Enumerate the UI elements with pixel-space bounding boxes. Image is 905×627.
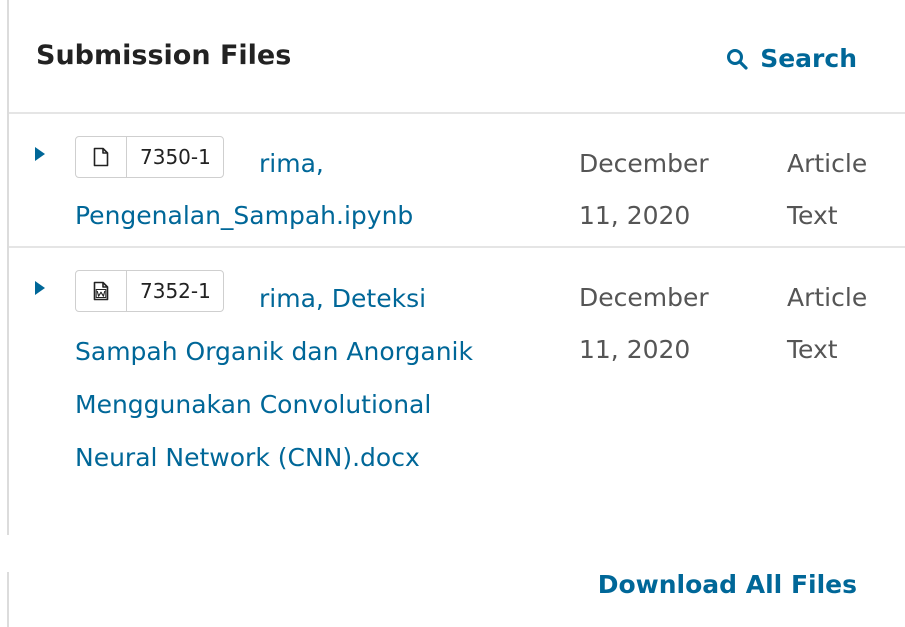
file-id: 7350-1 bbox=[140, 145, 211, 169]
file-genre: Article Text bbox=[787, 283, 868, 364]
file-badge: 7350-1 bbox=[75, 136, 224, 178]
file-date: December 11, 2020 bbox=[579, 283, 709, 364]
file-date: December 11, 2020 bbox=[579, 149, 709, 230]
search-icon bbox=[727, 48, 748, 70]
file-icon bbox=[76, 137, 127, 177]
expand-caret-icon[interactable] bbox=[35, 147, 45, 161]
search-label: Search bbox=[760, 44, 857, 73]
file-name-text: rima, Deteksi Sampah Organik dan Anorgan… bbox=[75, 284, 473, 472]
file-id: 7352-1 bbox=[140, 279, 211, 303]
download-all-files-link[interactable]: Download All Files bbox=[598, 570, 857, 599]
file-genre: Article Text bbox=[787, 149, 868, 230]
expand-caret-icon[interactable] bbox=[35, 281, 45, 295]
search-button[interactable]: Search bbox=[726, 44, 857, 73]
panel-title: Submission Files bbox=[36, 40, 292, 71]
left-border-lower bbox=[7, 572, 9, 627]
word-doc-icon bbox=[76, 271, 127, 311]
submission-files-panel: Submission Files Search rima, Pengenalan… bbox=[0, 0, 905, 627]
file-row: rima, Pengenalan_Sampah.ipynb 7350-1 Dec… bbox=[9, 114, 905, 248]
panel-header: Submission Files Search bbox=[9, 0, 905, 114]
file-row: rima, Deteksi Sampah Organik dan Anorgan… bbox=[9, 248, 905, 535]
file-badge: 7352-1 bbox=[75, 270, 224, 312]
